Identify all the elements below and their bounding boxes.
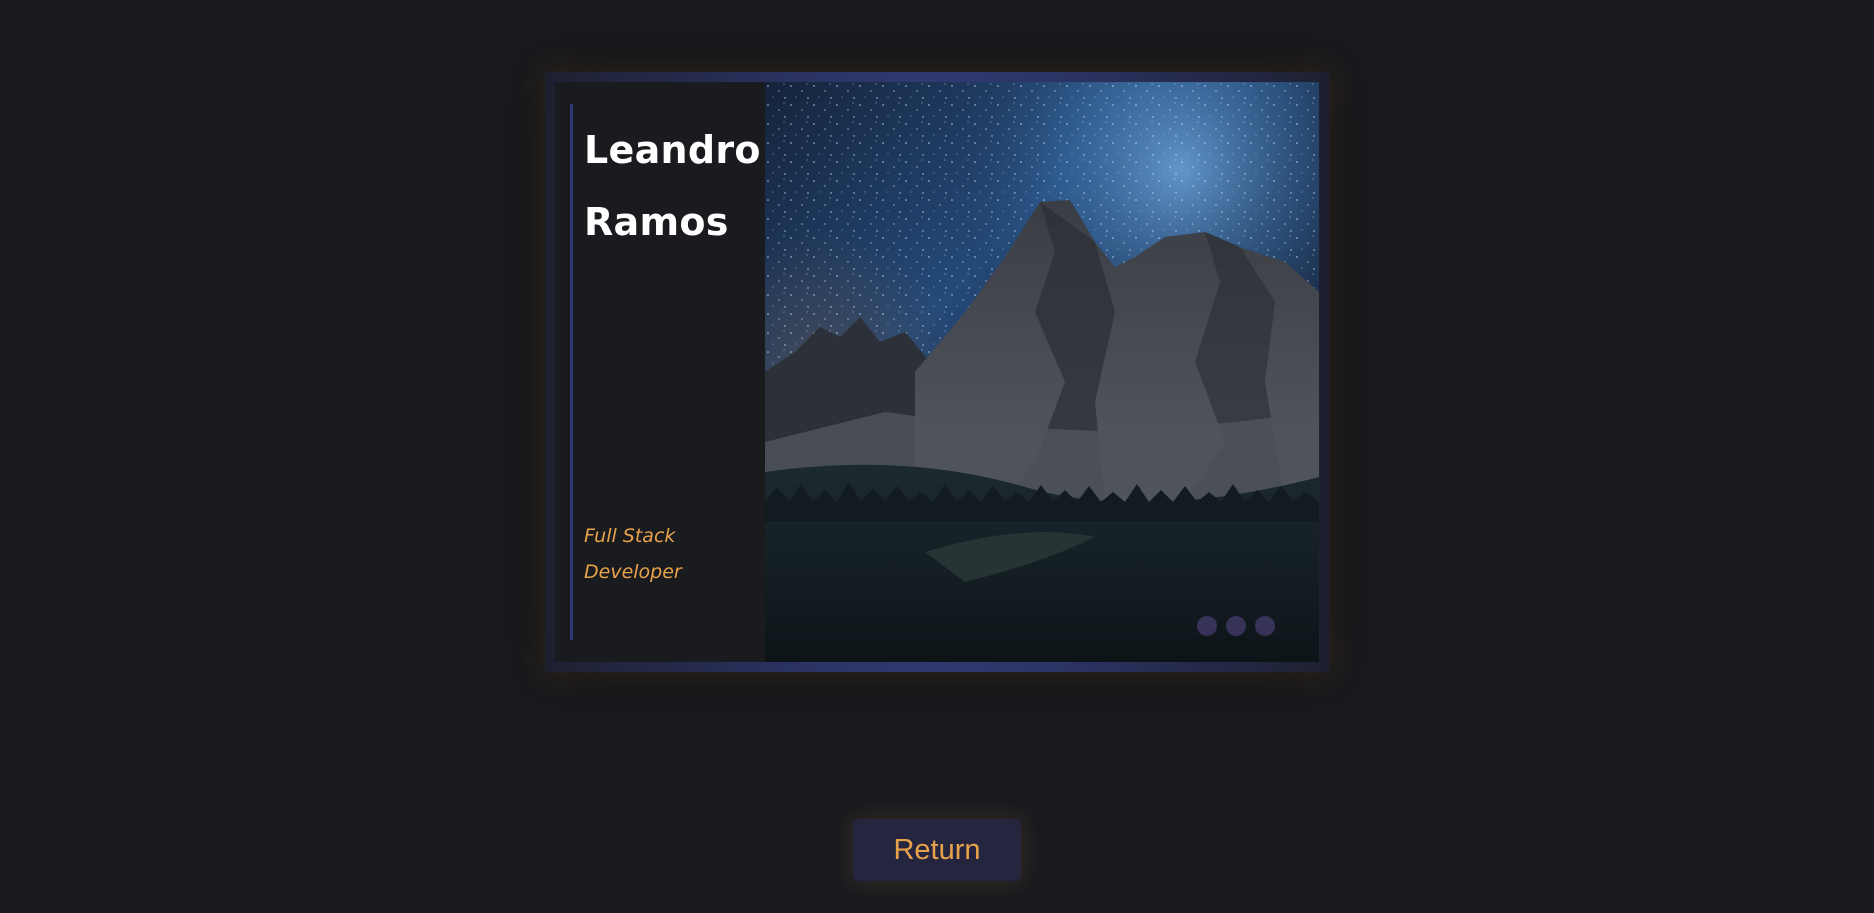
- profile-role-line1: Full Stack: [584, 525, 676, 547]
- profile-role-line2: Developer: [584, 561, 682, 583]
- mountain-night-image: [765, 82, 1319, 662]
- profile-last-name: Ramos: [584, 200, 729, 244]
- profile-info-panel: Leandro Ramos Full Stack Developer: [555, 82, 765, 662]
- carousel-dots: [1197, 616, 1275, 636]
- page: Leandro Ramos Full Stack Developer Retur…: [0, 0, 1874, 913]
- return-button[interactable]: Return: [853, 819, 1021, 881]
- profile-card: Leandro Ramos Full Stack Developer: [545, 72, 1329, 672]
- profile-first-name: Leandro: [584, 128, 761, 172]
- carousel-dot-2[interactable]: [1226, 616, 1246, 636]
- accent-divider: [570, 104, 573, 640]
- carousel-dot-1[interactable]: [1197, 616, 1217, 636]
- profile-name: Leandro Ramos: [584, 114, 761, 258]
- profile-cover-image: [765, 82, 1319, 662]
- profile-role: Full Stack Developer: [584, 518, 682, 590]
- carousel-dot-3[interactable]: [1255, 616, 1275, 636]
- profile-card-inner: Leandro Ramos Full Stack Developer: [555, 82, 1319, 662]
